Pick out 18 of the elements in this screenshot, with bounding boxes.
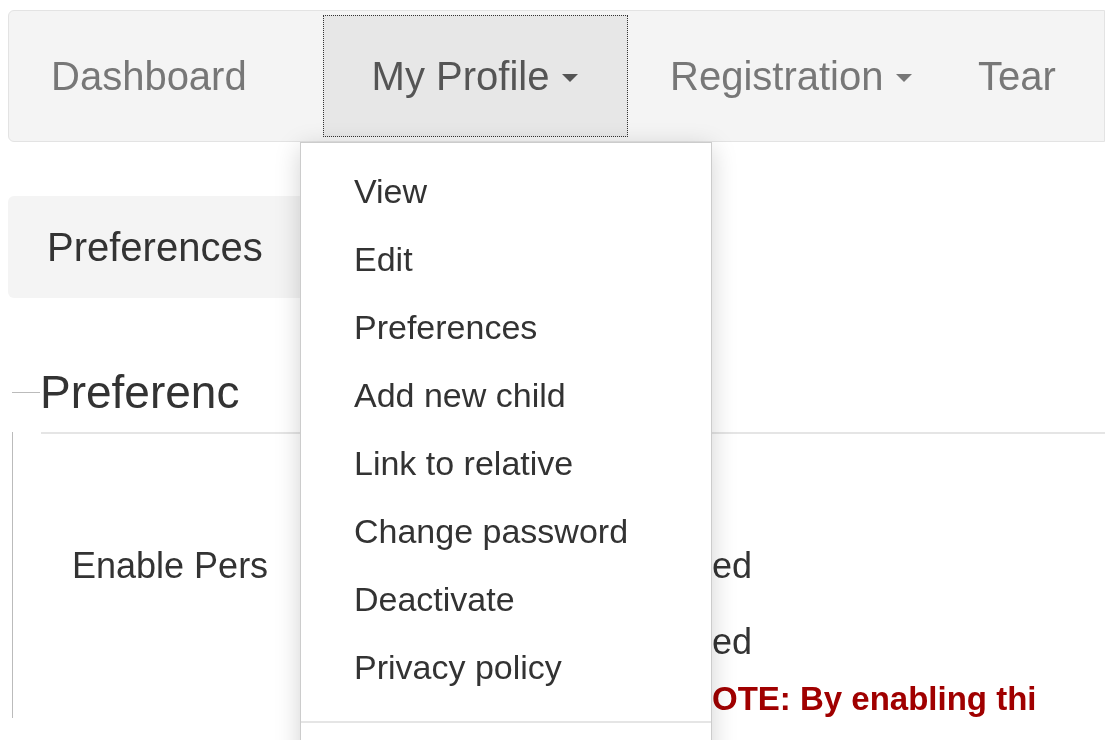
setting-value: ed <box>712 544 754 588</box>
fieldset-legend: Preferenc <box>40 368 240 416</box>
nav-item[interactable]: Tear <box>978 11 1105 141</box>
nav-item[interactable]: My Profile <box>323 15 628 137</box>
menu-item[interactable]: Edit <box>301 225 711 293</box>
setting-value: ed <box>712 620 754 664</box>
menu-item[interactable]: Preferences <box>301 293 711 361</box>
menu-item[interactable]: Deactivate <box>301 565 711 633</box>
menu-item[interactable]: Privacy policy <box>301 633 711 701</box>
nav-item[interactable]: Dashboard <box>9 11 323 141</box>
menu-item[interactable]: Add new child <box>301 361 711 429</box>
nav-item[interactable]: Registration <box>628 11 978 141</box>
notice-text: OTE: By enabling thi <box>712 680 1038 718</box>
menu-item[interactable]: Link to relative <box>301 429 711 497</box>
menu-item[interactable]: Change password <box>301 497 711 565</box>
breadcrumb-item: Preferences <box>47 224 263 271</box>
menu-item[interactable]: View <box>301 157 711 225</box>
setting-label: Enable Pers <box>71 545 269 586</box>
